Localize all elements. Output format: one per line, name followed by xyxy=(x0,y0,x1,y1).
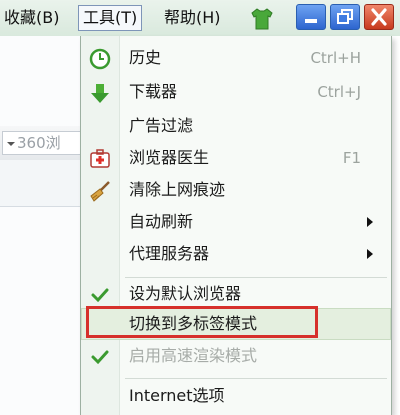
menu-item-shortcut: Ctrl+H xyxy=(310,49,361,67)
menu-item-proxy-server[interactable]: 代理服务器 xyxy=(81,238,391,270)
close-button[interactable] xyxy=(364,4,394,30)
menu-item-label: 自动刷新 xyxy=(129,212,194,231)
menu-item-shortcut: F1 xyxy=(342,149,361,167)
shirt-icon[interactable] xyxy=(250,8,274,30)
menu-help[interactable]: 帮助(H) xyxy=(160,5,225,31)
menu-item-label: 启用高速渲染模式 xyxy=(129,346,258,365)
menu-item-downloader[interactable]: 下载器 Ctrl+J xyxy=(81,76,391,108)
menu-item-auto-refresh[interactable]: 自动刷新 xyxy=(81,206,391,238)
menu-tools[interactable]: 工具(T) xyxy=(78,5,143,31)
menu-item-clear-traces[interactable]: 清除上网痕迹 xyxy=(81,174,391,206)
address-text: 360浏 xyxy=(17,134,61,152)
menu-item-ad-filter[interactable]: 广告过滤 xyxy=(81,110,391,142)
menu-item-label: 历史 xyxy=(129,48,162,67)
menu-bar: 收藏(B) 工具(T) 帮助(H) xyxy=(0,0,400,36)
menu-item-switch-multi-tab[interactable]: 切换到多标签模式 xyxy=(81,308,391,340)
restore-button[interactable] xyxy=(330,4,360,30)
submenu-arrow-icon xyxy=(367,249,373,259)
tab-strip xyxy=(0,160,80,207)
close-icon xyxy=(371,8,387,26)
minimize-button[interactable] xyxy=(296,4,326,30)
address-bar: 360浏 xyxy=(0,126,80,161)
menu-separator xyxy=(125,378,387,379)
menu-item-label: Internet选项 xyxy=(129,386,225,405)
clock-icon xyxy=(89,48,111,70)
browser-background xyxy=(0,36,80,415)
check-icon xyxy=(89,346,111,368)
minimize-icon xyxy=(305,19,317,23)
check-icon xyxy=(89,284,111,306)
dropdown-arrow-icon xyxy=(7,142,15,146)
menu-item-fast-render-mode[interactable]: 启用高速渲染模式 xyxy=(81,340,391,372)
submenu-arrow-icon xyxy=(367,217,373,227)
menu-item-internet-options[interactable]: Internet选项 xyxy=(81,380,391,412)
menu-favorites[interactable]: 收藏(B) xyxy=(0,5,63,31)
menu-item-label: 清除上网痕迹 xyxy=(129,180,226,199)
menu-item-label: 下载器 xyxy=(129,82,178,101)
menu-item-shortcut: Ctrl+J xyxy=(317,83,361,101)
menu-item-set-default-browser[interactable]: 设为默认浏览器 xyxy=(81,278,391,310)
restore-icon xyxy=(337,9,353,24)
menu-item-browser-doctor[interactable]: 浏览器医生 F1 xyxy=(81,142,391,174)
address-input[interactable]: 360浏 xyxy=(2,131,80,155)
menu-item-label: 广告过滤 xyxy=(129,116,194,135)
menu-item-label: 切换到多标签模式 xyxy=(129,314,258,333)
menu-item-label: 代理服务器 xyxy=(129,244,210,263)
broom-icon xyxy=(89,180,111,202)
tools-dropdown-menu: 历史 Ctrl+H 下载器 Ctrl+J 广告过滤 浏览器医生 F1 清除上网痕… xyxy=(80,36,392,415)
medical-kit-icon xyxy=(89,148,111,170)
menu-item-label: 设为默认浏览器 xyxy=(129,284,242,303)
menu-item-label: 浏览器医生 xyxy=(129,148,210,167)
download-arrow-icon xyxy=(89,82,111,104)
menu-item-history[interactable]: 历史 Ctrl+H xyxy=(81,42,391,74)
